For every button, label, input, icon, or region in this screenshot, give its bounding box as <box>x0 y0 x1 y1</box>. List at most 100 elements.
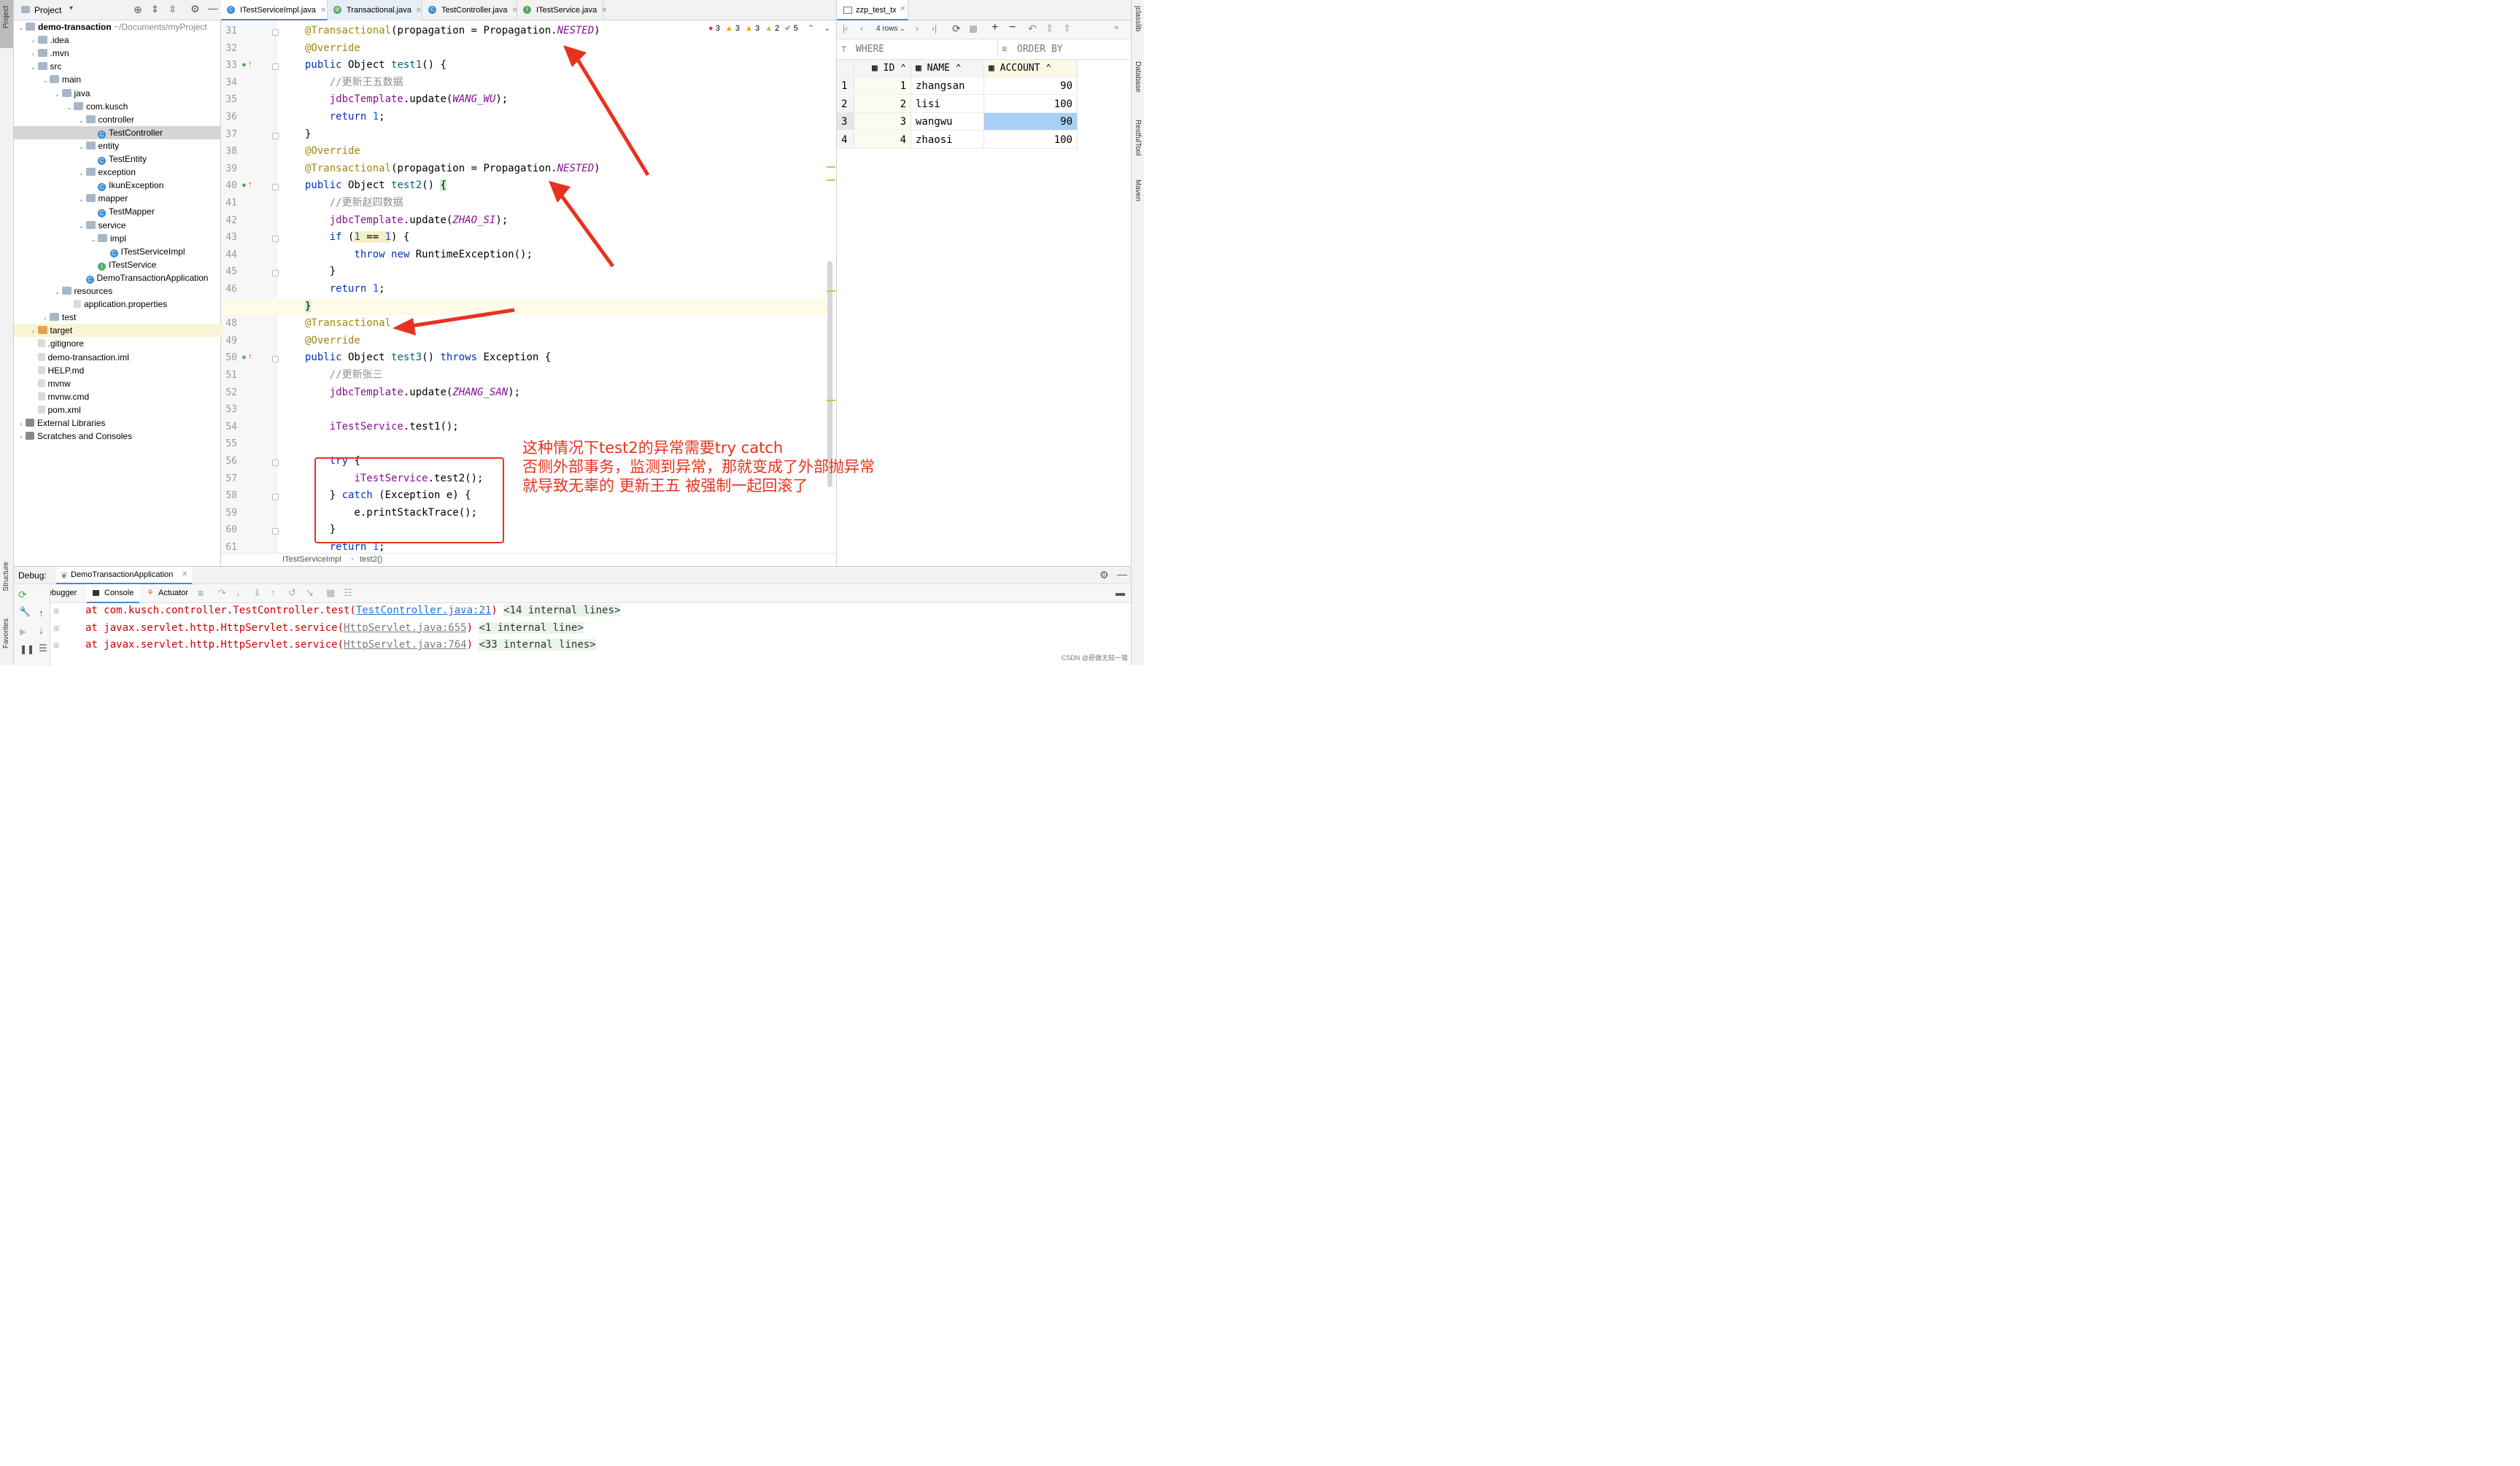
chevron-down-icon[interactable]: ⌄ <box>17 21 26 34</box>
chevron-right-icon[interactable]: › <box>29 325 38 338</box>
menu-icon[interactable]: ≡ <box>198 587 204 599</box>
tree-item[interactable]: .gitignore <box>14 337 221 350</box>
tree-item[interactable]: ⌄ main <box>14 73 221 86</box>
editor-tab[interactable]: @ Transactional.java ✕ <box>328 0 422 20</box>
tree-item[interactable]: HELP.md <box>14 364 221 377</box>
chevron-right-icon[interactable]: › <box>17 417 26 430</box>
restfultool-tool-tab[interactable]: RestfulTool <box>1134 120 1142 155</box>
code-line[interactable]: //更新张三 <box>305 367 383 384</box>
tree-item[interactable]: › .idea <box>14 34 221 47</box>
code-line[interactable]: return 1; <box>305 109 385 126</box>
refresh-icon[interactable]: ⟳ <box>952 23 961 35</box>
chevron-down-icon[interactable]: ⌄ <box>53 285 62 298</box>
editor-tab[interactable]: C ITestServiceImpl.java ✕ <box>221 0 328 20</box>
debug-run-tab[interactable]: ❦ DemoTransactionApplication ✕ <box>56 567 192 584</box>
db-table-tab[interactable]: zzp_test_tx ✕ <box>837 0 908 20</box>
gear-icon[interactable]: ⚙ <box>190 3 200 15</box>
tree-item[interactable]: › test <box>14 311 221 324</box>
tree-item[interactable]: C IkunException <box>14 179 221 192</box>
chevron-right-icon[interactable]: › <box>17 430 26 443</box>
tree-item[interactable]: C TestEntity <box>14 152 221 166</box>
table-cell[interactable]: 3 <box>854 113 911 131</box>
collapse-all-icon[interactable]: ⇳ <box>169 4 177 15</box>
step-into-icon[interactable]: ↓ <box>236 587 241 598</box>
trace-icon[interactable]: ☷ <box>344 587 352 599</box>
tree-item[interactable]: ⌄ com.kusch <box>14 100 221 113</box>
close-icon[interactable]: ✕ <box>601 7 607 15</box>
layout-icon[interactable]: ▬ <box>1116 587 1125 598</box>
chevron-down-icon[interactable]: ⌄ <box>824 24 830 33</box>
table-cell[interactable]: 100 <box>984 95 1078 113</box>
table-cell[interactable]: 4 <box>854 131 911 149</box>
rerun-icon[interactable]: ⟳ <box>18 589 27 601</box>
prev-page-icon[interactable]: ‹ <box>860 23 863 34</box>
chevron-right-icon[interactable]: › <box>29 34 38 47</box>
tree-item[interactable]: › External Libraries <box>14 416 221 430</box>
evaluate-icon[interactable]: ▦ <box>326 587 335 599</box>
step-over-icon[interactable]: ↷ <box>218 587 226 599</box>
delete-row-icon[interactable]: − <box>1009 21 1016 34</box>
table-cell[interactable]: zhangsan <box>911 77 984 95</box>
breadcrumb-class[interactable]: ITestServiceImpl <box>282 555 341 564</box>
tree-item[interactable]: ⌄ impl <box>14 232 221 245</box>
table-cell[interactable]: 100 <box>984 131 1078 149</box>
code-line[interactable]: jdbcTemplate.update(ZHAO_SI); <box>305 212 508 230</box>
step-out-icon[interactable]: ↑ <box>271 587 276 598</box>
first-page-icon[interactable]: |‹ <box>843 23 848 34</box>
order-by-input[interactable]: ORDER BY <box>1017 44 1063 55</box>
chevron-right-icon[interactable]: › <box>29 47 38 61</box>
chevron-down-icon[interactable]: ⌄ <box>89 233 98 246</box>
code-line[interactable]: //更新王五数据 <box>305 74 403 92</box>
maven-tool-tab[interactable]: Maven <box>1134 179 1142 201</box>
database-tool-tab[interactable]: Database <box>1134 61 1142 93</box>
table-cell[interactable]: 2 <box>854 95 911 113</box>
project-panel-title[interactable]: Project <box>34 5 61 15</box>
code-line[interactable]: iTestService.test1(); <box>305 419 459 436</box>
source-link[interactable]: TestController.java:21 <box>356 605 491 616</box>
table-cell[interactable]: 90 <box>984 113 1078 131</box>
more-icon[interactable]: » <box>1114 23 1118 32</box>
table-cell[interactable]: 1 <box>854 77 911 95</box>
chevron-down-icon[interactable]: ▾ <box>69 4 73 12</box>
tree-item[interactable]: C DemoTransactionApplication <box>14 271 221 284</box>
code-line[interactable]: //更新赵四数据 <box>305 195 403 212</box>
table-cell[interactable]: lisi <box>911 95 984 113</box>
tree-item[interactable]: ⌄ src <box>14 60 221 73</box>
gear-icon[interactable]: ⚙ <box>1099 569 1109 581</box>
code-line[interactable]: public Object test1() { <box>305 57 447 74</box>
tree-item[interactable]: ⌄ java <box>14 87 221 100</box>
tree-item[interactable]: ⌄ resources <box>14 284 221 298</box>
source-link[interactable]: HttpServlet.java:655 <box>344 622 467 634</box>
tree-item[interactable]: C TestMapper <box>14 205 221 218</box>
row-count-selector[interactable]: 4 rows <box>876 25 897 33</box>
project-tool-tab[interactable]: Project <box>2 6 10 28</box>
expand-icon[interactable]: ⊞ <box>53 642 59 650</box>
add-row-icon[interactable]: + <box>992 21 998 34</box>
editor-tab[interactable]: I ITestService.java ✕ <box>517 0 608 20</box>
submit-icon[interactable]: ⇪ <box>1046 23 1054 34</box>
console-output[interactable]: at com.kusch.controller.TestController.t… <box>14 603 1131 666</box>
tree-item[interactable]: ⌄ service <box>14 219 221 232</box>
hide-icon[interactable]: — <box>208 2 218 14</box>
structure-tool-tab[interactable]: Structure <box>2 562 10 592</box>
tree-item[interactable]: C ITestServiceImpl <box>14 245 221 258</box>
tree-item[interactable]: › .mvn <box>14 47 221 60</box>
tab-actuator[interactable]: Actuator <box>158 589 188 597</box>
next-page-icon[interactable]: › <box>916 23 919 34</box>
code-line[interactable]: public Object test2() { <box>305 177 447 195</box>
tree-item[interactable]: ⌄ controller <box>14 113 221 126</box>
table-cell[interactable]: wangwu <box>911 113 984 131</box>
favorites-tool-tab[interactable]: Favorites <box>2 618 10 648</box>
code-line[interactable]: } <box>305 126 311 144</box>
chevron-down-icon[interactable]: ⌄ <box>65 101 74 114</box>
source-link[interactable]: HttpServlet.java:764 <box>344 639 467 651</box>
table-cell[interactable]: zhaosi <box>911 131 984 149</box>
tab-console[interactable]: Console <box>87 584 139 603</box>
expand-all-icon[interactable]: ⇕ <box>151 4 159 15</box>
internal-lines-fold[interactable]: <33 internal lines> <box>479 639 596 651</box>
code-line[interactable]: @Transactional <box>305 315 391 333</box>
tree-item[interactable]: ⌄ exception <box>14 166 221 179</box>
column-header[interactable]: ▦ ID ⌃ <box>854 60 911 77</box>
revert-icon[interactable]: ↶ <box>1028 23 1037 35</box>
internal-lines-fold[interactable]: <14 internal lines> <box>503 605 621 616</box>
